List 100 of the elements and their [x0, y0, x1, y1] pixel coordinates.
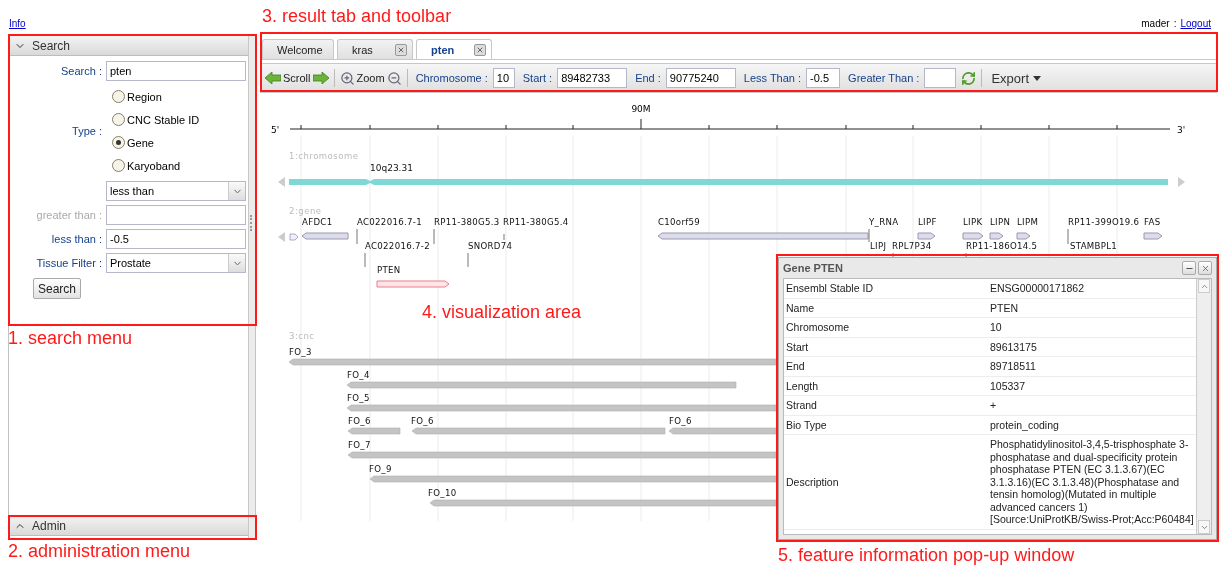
gene-feature-bar[interactable]	[376, 280, 450, 288]
gene-label: PTEN	[377, 265, 401, 275]
field-label: Type :	[71, 125, 102, 137]
toolbar-field-label: End :	[635, 72, 661, 84]
gene-feature-tick[interactable]	[356, 228, 358, 245]
info-link[interactable]: Info	[9, 18, 26, 29]
property-name-cell: Start	[784, 337, 988, 357]
export-menu-button[interactable]: Export	[991, 70, 1041, 86]
cnc-feature-bar[interactable]	[346, 404, 777, 412]
gene-feature-bar[interactable]	[657, 232, 869, 240]
zoom-button[interactable]: Zoom	[339, 67, 402, 89]
toolbar-field-label: Chromosome :	[415, 72, 488, 84]
annotation-label: 1. search menu	[8, 328, 133, 349]
gene-label: SNORD74	[468, 241, 513, 251]
property-name-cell: Length	[784, 376, 988, 396]
admin-panel-header[interactable]: Admin	[9, 515, 248, 536]
gene-label: LIPF	[918, 217, 937, 227]
search-button[interactable]: Search	[33, 278, 82, 299]
toolbar-input[interactable]: 90775240	[665, 68, 736, 88]
right-arrow-icon[interactable]	[312, 72, 329, 84]
result-tab[interactable]: pten	[416, 39, 492, 59]
toolbar-field-label: Start :	[522, 72, 553, 84]
cnc-feature-bar[interactable]	[668, 427, 777, 435]
cnc-feature-bar[interactable]	[347, 451, 777, 459]
radio-label[interactable]: Karyoband	[127, 159, 181, 172]
gene-feature-bar[interactable]	[1143, 232, 1163, 240]
gene-label: AFDC1	[302, 217, 333, 227]
property-value-cell: 89718511	[988, 357, 1196, 377]
toolbar-input[interactable]	[924, 68, 957, 88]
radio-button[interactable]	[112, 159, 125, 172]
toolbar-input[interactable]: 10	[492, 68, 515, 88]
result-tab[interactable]: kras	[337, 39, 413, 59]
left-arrow-icon[interactable]	[265, 72, 281, 84]
gene-label: AC022016.7-2	[365, 241, 430, 251]
cnc-label: FO_6	[348, 416, 371, 426]
zoom-out-icon	[386, 70, 402, 86]
ruler-end-label: 3'	[1177, 125, 1186, 135]
logout-link[interactable]: Logout	[1180, 18, 1211, 29]
gene-feature-bar[interactable]	[301, 232, 349, 240]
cnc-feature-bar[interactable]	[411, 427, 666, 435]
gene-feature-bar[interactable]	[989, 232, 1004, 240]
radio-label[interactable]: CNC Stable ID	[127, 113, 200, 126]
cnc-feature-bar[interactable]	[288, 358, 777, 366]
gene-label: LIPJ	[870, 241, 887, 251]
text-field[interactable]: -0.5	[106, 229, 246, 249]
property-name-cell: Chromosome	[784, 318, 988, 338]
radio-label[interactable]: Gene	[127, 136, 154, 149]
cnc-label: FO_9	[369, 464, 392, 474]
gene-label: Y_RNA	[869, 217, 899, 227]
gene-feature-tick[interactable]	[467, 252, 469, 268]
user-name: mader	[1141, 18, 1170, 29]
gene-feature-tick[interactable]	[868, 228, 870, 243]
cnc-feature-bar[interactable]	[347, 427, 401, 435]
cnc-feature-bar[interactable]	[346, 381, 737, 389]
field-label: less than :	[50, 233, 102, 245]
scroll-down-icon[interactable]	[1198, 520, 1210, 534]
gene-feature-tick[interactable]	[433, 228, 435, 245]
track-left-arrow-icon[interactable]	[278, 177, 285, 187]
search-panel-header[interactable]: Search	[9, 36, 248, 56]
track-right-arrow-icon[interactable]	[1178, 177, 1185, 187]
radio-button[interactable]	[112, 136, 125, 149]
radio-label[interactable]: Region	[127, 90, 162, 103]
radio-button[interactable]	[112, 113, 125, 126]
text-field[interactable]: pten	[106, 61, 246, 81]
radio-button[interactable]	[112, 90, 125, 103]
toolbar-input[interactable]: 89482733	[557, 68, 628, 88]
gene-label: LIPK	[963, 217, 983, 227]
property-value-cell: 89613175	[988, 337, 1196, 357]
gene-label: RP11-380G5.4	[503, 217, 569, 227]
scroll-button[interactable]: Scroll	[265, 67, 329, 89]
field-label: Tissue Filter :	[35, 257, 102, 269]
scrollbar[interactable]	[1196, 279, 1211, 534]
refresh-icon[interactable]	[961, 70, 977, 86]
panel-splitter[interactable]	[248, 36, 255, 539]
gene-feature-tick[interactable]	[1067, 228, 1069, 245]
annotation-label: 3. result tab and toolbar	[262, 6, 452, 27]
annotation-label: 5. feature information pop-up window	[778, 545, 1075, 566]
gene-feature-bar[interactable]	[962, 232, 984, 240]
cnc-feature-bar[interactable]	[429, 499, 777, 507]
property-name-cell: Bio Type	[784, 415, 988, 435]
property-value-cell: protein_coding	[988, 415, 1196, 435]
cnc-feature-bar[interactable]	[369, 475, 777, 483]
property-value-cell: ENSG00000171862	[988, 279, 1196, 299]
gene-feature-bar[interactable]	[1016, 232, 1031, 240]
cnc-label: FO_3	[289, 347, 312, 357]
gene-feature-bar[interactable]	[917, 232, 936, 240]
gene-feature-tick[interactable]	[503, 233, 505, 241]
gene-label: RP11-186O14.5	[966, 241, 1038, 251]
property-name-cell: Description	[784, 435, 988, 530]
property-value-cell: 105337	[988, 376, 1196, 396]
toolbar-input[interactable]: -0.5	[806, 68, 841, 88]
dropdown-field[interactable]: Prostate	[106, 253, 246, 273]
result-tab[interactable]: Welcome	[262, 39, 334, 59]
cnc-label: FO_10	[428, 488, 457, 498]
dropdown-field[interactable]: less than	[106, 181, 246, 201]
gene-feature-tick[interactable]	[364, 252, 366, 268]
grip-icon[interactable]	[250, 214, 254, 231]
cnc-label: FO_5	[347, 393, 370, 403]
track-left-arrow-icon[interactable]	[278, 232, 285, 242]
cnc-label: FO_7	[348, 440, 371, 450]
